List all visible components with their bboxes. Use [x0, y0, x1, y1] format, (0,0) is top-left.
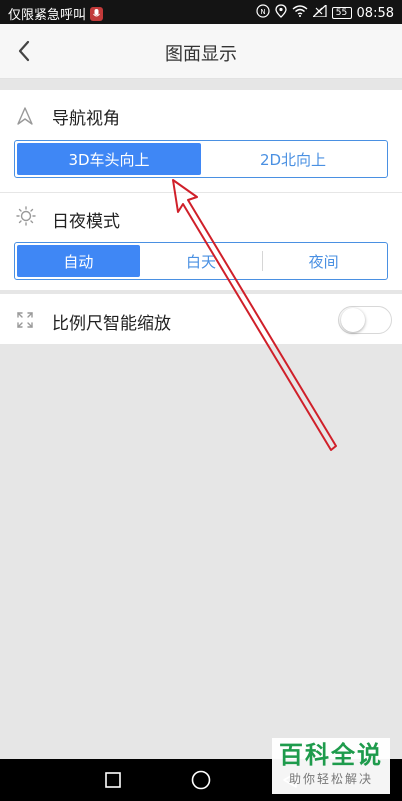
- carrier-text: 仅限紧急呼叫: [8, 8, 87, 23]
- nav-view-label: 导航视角: [52, 109, 120, 129]
- day-night-label: 日夜模式: [52, 212, 120, 232]
- page-title: 图面显示: [165, 44, 237, 65]
- sun-icon: [16, 206, 36, 230]
- status-bar: 仅限紧急呼叫 N 55 08:58: [0, 0, 402, 24]
- option-night[interactable]: 夜间: [262, 245, 385, 277]
- toggle-knob: [341, 308, 365, 332]
- status-right: N 55 08:58: [255, 3, 394, 22]
- mic-muted-icon: [90, 6, 104, 21]
- home-circle-icon[interactable]: [189, 768, 213, 792]
- option-3d-heading-up[interactable]: 3D车头向上: [17, 143, 201, 175]
- nav-view-section: 导航视角 3D车头向上 2D北向上: [0, 90, 402, 192]
- expand-icon: [16, 311, 34, 333]
- svg-text:N: N: [260, 8, 265, 16]
- option-auto[interactable]: 自动: [17, 245, 140, 277]
- location-icon: [274, 4, 287, 22]
- nav-view-segmented: 3D车头向上 2D北向上: [14, 140, 388, 178]
- navigation-arrow-icon: [16, 106, 34, 130]
- signal-icon: [310, 3, 327, 21]
- recent-apps-icon[interactable]: [101, 768, 125, 792]
- watermark-logo: 百科全说 助你轻松解决: [272, 738, 390, 794]
- smart-scale-toggle[interactable]: [338, 306, 392, 334]
- smart-scale-section: 比例尺智能缩放: [0, 294, 402, 344]
- smart-scale-label: 比例尺智能缩放: [52, 314, 171, 334]
- status-left: 仅限紧急呼叫: [8, 4, 104, 23]
- wifi-icon: [292, 5, 308, 21]
- option-day[interactable]: 白天: [140, 245, 263, 277]
- clock-text: 08:58: [356, 5, 394, 21]
- battery-icon: 55: [331, 7, 352, 19]
- day-night-section: 日夜模式 自动 白天 夜间: [0, 193, 402, 290]
- option-2d-north-up[interactable]: 2D北向上: [201, 143, 385, 175]
- hd-icon: N: [255, 4, 270, 22]
- day-night-segmented: 自动 白天 夜间: [14, 242, 388, 280]
- watermark-sub-text: 助你轻松解决: [288, 772, 373, 786]
- app-header: 图面显示: [0, 24, 402, 79]
- watermark-main-text: 百科全说: [279, 741, 383, 769]
